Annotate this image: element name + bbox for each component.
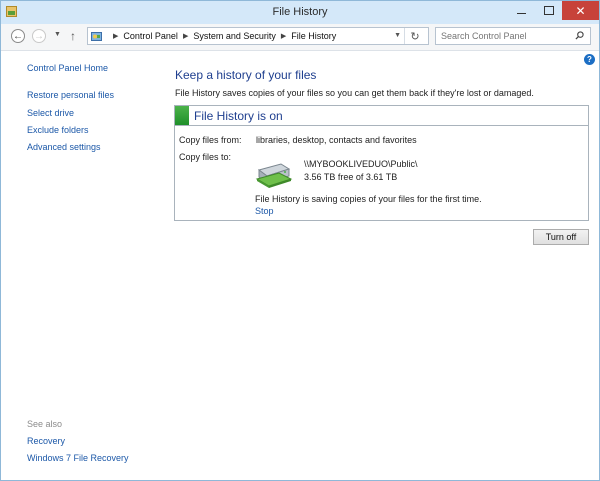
close-icon: ✕ (575, 3, 586, 18)
stop-link[interactable]: Stop (255, 206, 274, 216)
back-arrow-icon: ← (13, 30, 23, 42)
window-frame: File History ✕ ← → ▼ ↑ ▶ Control Panel ▶… (0, 0, 600, 481)
breadcrumb-separator-icon: ▶ (113, 33, 119, 40)
sidebar-item-advanced-settings[interactable]: Advanced settings (27, 142, 101, 152)
sidebar-item-restore-personal-files[interactable]: Restore personal files (27, 90, 114, 100)
copy-to-label: Copy files to: (179, 152, 232, 162)
status-title: File History is on (194, 109, 283, 123)
address-dropdown-chevron-icon[interactable]: ▼ (394, 32, 401, 39)
forward-arrow-icon: → (34, 30, 44, 42)
status-panel: File History is on Copy files from: libr… (174, 105, 589, 221)
turn-off-button[interactable]: Turn off (533, 229, 589, 245)
back-button[interactable]: ← (11, 29, 25, 43)
title-bar: File History ✕ (1, 1, 599, 24)
control-panel-icon (91, 32, 102, 41)
breadcrumb-separator-icon[interactable]: ▶ (281, 32, 286, 40)
maximize-button[interactable] (535, 1, 562, 20)
see-also-heading: See also (27, 419, 63, 429)
breadcrumb-system-and-security[interactable]: System and Security (193, 31, 276, 41)
address-bar[interactable]: ▶ Control Panel ▶ System and Security ▶ … (87, 27, 429, 45)
page-title: Keep a history of your files (175, 68, 317, 82)
saving-status-message: File History is saving copies of your fi… (255, 194, 482, 204)
navigation-bar: ← → ▼ ↑ ▶ Control Panel ▶ System and Sec… (1, 24, 599, 51)
sidebar-item-exclude-folders[interactable]: Exclude folders (27, 125, 89, 135)
breadcrumb-control-panel[interactable]: Control Panel (123, 31, 178, 41)
sidebar-item-recovery[interactable]: Recovery (27, 436, 65, 446)
recent-locations-chevron-icon[interactable]: ▼ (54, 31, 61, 38)
breadcrumb-file-history[interactable]: File History (291, 31, 336, 41)
up-arrow-icon: ↑ (70, 29, 76, 43)
help-icon[interactable]: ? (584, 54, 595, 65)
breadcrumb: ▶ Control Panel ▶ System and Security ▶ … (108, 31, 336, 41)
sidebar-item-control-panel-home[interactable]: Control Panel Home (27, 63, 108, 73)
sidebar-item-select-drive[interactable]: Select drive (27, 108, 74, 118)
copy-from-value: libraries, desktop, contacts and favorit… (256, 135, 417, 145)
search-box[interactable] (435, 27, 591, 45)
search-icon[interactable] (575, 31, 584, 40)
up-button[interactable]: ↑ (70, 29, 76, 43)
status-indicator (175, 106, 189, 125)
minimize-icon (517, 13, 526, 14)
sidebar-item-windows-7-file-recovery[interactable]: Windows 7 File Recovery (27, 453, 129, 463)
refresh-icon: ↻ (410, 30, 420, 43)
minimize-button[interactable] (508, 1, 535, 20)
breadcrumb-separator-icon[interactable]: ▶ (183, 32, 188, 40)
drive-path: \\MYBOOKLIVEDUO\Public\ (304, 159, 418, 169)
network-drive-icon (255, 163, 293, 188)
page-description: File History saves copies of your files … (175, 88, 534, 98)
copy-from-label: Copy files from: (179, 135, 242, 145)
drive-free-space: 3.56 TB free of 3.61 TB (304, 172, 398, 182)
search-input[interactable] (441, 30, 561, 42)
maximize-icon (543, 6, 554, 15)
status-panel-header: File History is on (175, 106, 588, 126)
refresh-button[interactable]: ↻ (404, 28, 425, 44)
forward-button[interactable]: → (32, 29, 46, 43)
close-button[interactable]: ✕ (562, 1, 599, 20)
